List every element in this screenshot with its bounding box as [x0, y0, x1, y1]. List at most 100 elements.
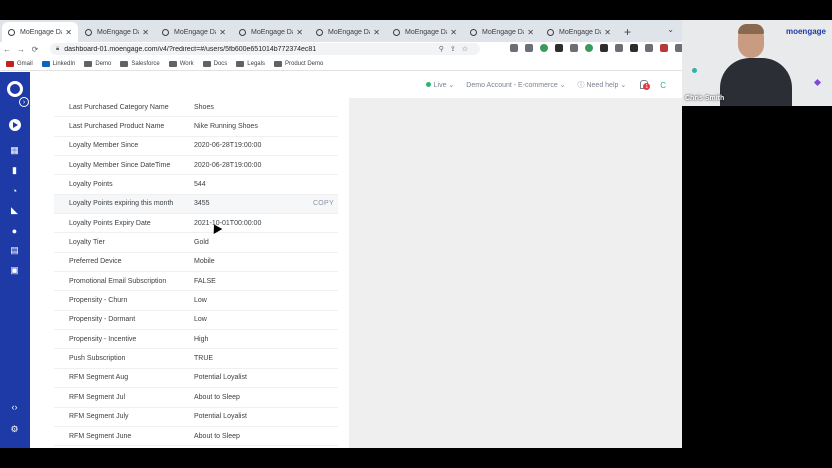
close-tab-icon[interactable]: ✕ [604, 28, 611, 37]
moengage-favicon-icon [316, 28, 323, 36]
extension-icon[interactable] [510, 44, 518, 52]
moengage-app: › ▦ ▮ ◔ ◣ ● ▤ ▣ ‹› ⚙ Live ⌄ Demo Account… [0, 72, 682, 448]
extension-icon[interactable] [555, 44, 563, 52]
browser-tab[interactable]: MoEngage Dashb✕ [464, 22, 540, 42]
bookmark-item[interactable]: Gmail [6, 60, 33, 67]
settings-icon[interactable]: ⚙ [9, 424, 20, 435]
table-row[interactable]: Propensity - Dormant Low [54, 311, 338, 331]
table-row[interactable]: Propensity - Churn Low [54, 291, 338, 311]
chat-icon[interactable]: ● [9, 225, 20, 236]
menu-icon[interactable] [675, 44, 682, 52]
close-tab-icon[interactable]: ✕ [450, 28, 457, 37]
moengage-logo-icon[interactable] [7, 81, 23, 97]
browser-tab[interactable]: MoEngage Dashb✕ [541, 22, 617, 42]
attribute-name: RFM Segment July [69, 413, 129, 421]
notification-bell-icon[interactable]: 1 [638, 80, 651, 90]
table-row[interactable]: Last Purchased Product Name Nike Running … [54, 117, 338, 137]
close-tab-icon[interactable]: ✕ [296, 28, 303, 37]
folder-icon [168, 60, 177, 67]
bookmark-item[interactable]: Demo [84, 60, 111, 67]
forward-icon[interactable]: → [14, 45, 28, 54]
extension-icon[interactable] [540, 44, 548, 52]
extension-icon[interactable] [525, 44, 533, 52]
table-row[interactable]: Push Subscription TRUE [54, 349, 338, 369]
bookmark-item[interactable]: Product Demo [273, 60, 323, 67]
browser-tab[interactable]: MoEngage Dashb✕ [310, 22, 386, 42]
bookmark-item[interactable]: Docs [202, 60, 227, 67]
address-bar[interactable]: 🔒︎ dashboard-01.moengage.com/v4/?redirec… [50, 43, 480, 55]
extension-icon[interactable] [600, 44, 608, 52]
account-label: Demo Account - E-commerce [466, 82, 558, 89]
omnibox-actions-icon[interactable]: ⚲⇪☆ [439, 45, 474, 53]
tab-search-icon[interactable]: ⌄ [667, 25, 674, 34]
close-tab-icon[interactable]: ✕ [142, 28, 149, 37]
table-row[interactable]: Last Purchased Category Name Shoes [54, 98, 338, 118]
copy-button[interactable]: COPY [313, 200, 334, 207]
media-icon[interactable] [645, 44, 653, 52]
content-icon[interactable]: ▣ [9, 265, 20, 276]
close-tab-icon[interactable]: ✕ [65, 28, 72, 37]
attribute-name: Last Purchased Product Name [69, 123, 165, 131]
bookmark-item[interactable]: Legals [236, 60, 265, 67]
browser-tab[interactable]: MoEngage Dashb✕ [156, 22, 232, 42]
new-tab-button[interactable]: + [618, 25, 637, 42]
video-tile: moengage Chris Smith [682, 20, 832, 106]
browser-tab[interactable]: MoEngage Dashb✕ [2, 22, 78, 42]
table-row[interactable]: RFM Segment June About to Sleep [54, 427, 338, 447]
table-row[interactable]: Preferred Device Mobile [54, 253, 338, 273]
attribute-value: 544 [194, 181, 206, 189]
environment-dropdown[interactable]: Live ⌄ [425, 81, 454, 89]
environment-label: Live [433, 82, 447, 89]
code-icon[interactable]: ‹› [9, 401, 20, 412]
wall-decoration [813, 78, 822, 87]
presenter-torso [720, 58, 792, 106]
bookmark-item[interactable]: Salesforce [120, 60, 160, 67]
table-row[interactable]: Loyalty Points expiring this month 3455 CO… [54, 194, 338, 215]
lock-icon[interactable]: 🔒︎ [56, 46, 59, 53]
table-row[interactable]: Loyalty Points 544 [54, 175, 338, 195]
dashboard-icon[interactable]: ▦ [9, 145, 20, 156]
close-tab-icon[interactable]: ✕ [527, 28, 534, 37]
table-row[interactable]: Propensity - Incentive High [54, 330, 338, 350]
table-row[interactable]: Loyalty Member Since DateTime 2020-06-28T… [54, 156, 338, 176]
attribute-value: Low [194, 316, 207, 324]
wall-decoration [692, 68, 697, 73]
table-row[interactable]: Promotional Email Subscription FALSE [54, 272, 338, 292]
bookmark-item[interactable]: Work [168, 60, 194, 67]
profile-avatar[interactable] [660, 44, 668, 52]
document-icon[interactable]: ▤ [9, 245, 20, 256]
table-row[interactable]: RFM Segment July Potential Loyalist [54, 408, 338, 427]
back-icon[interactable]: ← [0, 45, 14, 54]
bookmark-item[interactable]: LinkedIn [41, 60, 75, 67]
presenter-hair [738, 24, 764, 34]
attribute-name: RFM Segment Jul [69, 393, 126, 401]
close-tab-icon[interactable]: ✕ [373, 28, 380, 37]
attribute-name: Loyalty Member Since [69, 142, 139, 150]
puzzle-icon[interactable] [630, 44, 638, 52]
segments-icon[interactable]: ◔ [9, 185, 20, 196]
attribute-value: Low [194, 297, 207, 305]
campaigns-icon[interactable]: ◣ [9, 205, 20, 216]
extension-icon[interactable] [585, 44, 593, 52]
table-row[interactable]: RFM Segment Jul About to Sleep [54, 388, 338, 408]
browser-tab[interactable]: MoEngage Dashb✕ [79, 22, 155, 42]
extension-icon[interactable] [615, 44, 623, 52]
tab-label: MoEngage Dashb [174, 28, 216, 36]
analytics-icon[interactable]: ▮ [9, 165, 20, 176]
top-bar: Live ⌄ Demo Account - E-commerce ⌄ ⓘ Nee… [30, 72, 682, 98]
browser-tab[interactable]: MoEngage Dashb✕ [233, 22, 309, 42]
table-row[interactable]: Loyalty Tier Gold [54, 233, 338, 253]
close-tab-icon[interactable]: ✕ [219, 28, 226, 37]
account-dropdown[interactable]: Demo Account - E-commerce ⌄ [466, 81, 565, 89]
play-icon[interactable] [9, 119, 21, 131]
account-avatar[interactable]: C [660, 81, 666, 90]
table-row[interactable]: Loyalty Points Expiry Date 2021-10-01T00:… [54, 214, 338, 234]
tab-label: MoEngage Dashb [97, 28, 139, 36]
extension-icon[interactable] [570, 44, 578, 52]
help-dropdown[interactable]: ⓘ Need help ⌄ [578, 80, 627, 90]
table-row[interactable]: RFM Segment Aug Potential Loyalist [54, 369, 338, 389]
reload-icon[interactable]: ⟳ [28, 45, 42, 54]
table-row[interactable]: Loyalty Member Since 2020-06-28T19:00:00 [54, 137, 338, 157]
collapse-sidebar-icon[interactable]: › [19, 97, 29, 107]
browser-tab[interactable]: MoEngage Dashb✕ [387, 22, 463, 42]
